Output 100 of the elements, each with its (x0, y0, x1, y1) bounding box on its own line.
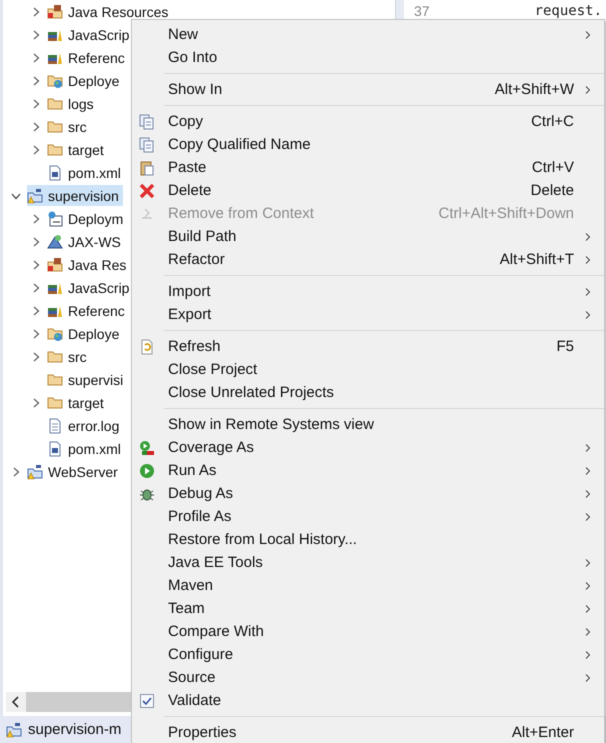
chevron-right-icon[interactable] (31, 214, 41, 224)
menu-item[interactable]: Validate (132, 689, 604, 712)
chevron-right-icon[interactable] (31, 98, 41, 108)
menu-item[interactable]: Restore from Local History... (132, 528, 604, 551)
tree-item[interactable]: Java Resources (47, 1, 172, 22)
menu-item[interactable]: Refresh F5 (132, 335, 604, 358)
selected-project-label: supervision-m (28, 721, 122, 738)
menu-item[interactable]: Import (132, 280, 604, 303)
shortcut-label: Delete (530, 182, 574, 199)
chevron-right-icon[interactable] (31, 76, 41, 86)
menu-item[interactable]: Export (132, 303, 604, 326)
menu-item[interactable]: Coverage As (132, 436, 604, 459)
tree-item[interactable]: Referenc (47, 47, 129, 68)
project-icon (27, 188, 43, 204)
project-icon (6, 722, 22, 738)
tree-item[interactable]: WebServer (27, 461, 122, 482)
delete-icon (139, 182, 155, 198)
folder-globe-icon (47, 72, 63, 88)
menu-item[interactable]: Configure (132, 643, 604, 666)
tree-item[interactable]: JAX-WS (47, 231, 125, 252)
menu-item[interactable]: Copy Qualified Name (132, 133, 604, 156)
menu-item[interactable]: Debug As (132, 482, 604, 505)
chevron-right-icon[interactable] (31, 260, 41, 270)
service-icon (47, 234, 63, 250)
tree-item[interactable]: Java Res (47, 254, 130, 275)
menu-item[interactable]: Close Project (132, 358, 604, 381)
chevron-right-icon[interactable] (31, 30, 41, 40)
tree-item[interactable]: error.log (47, 415, 124, 436)
tree-item[interactable]: Deploye (47, 70, 124, 91)
chevron-right-icon[interactable] (31, 122, 41, 132)
clipboard-icon (139, 160, 155, 176)
shortcut-label: Alt+Shift+T (500, 251, 574, 268)
file-icon (47, 164, 63, 180)
tree-item[interactable]: Deploye (47, 323, 124, 344)
copy-icon (139, 136, 155, 152)
refresh-icon (139, 338, 155, 354)
folder-icon (47, 348, 63, 364)
tree-item[interactable]: pom.xml (47, 162, 125, 183)
folder-icon (47, 118, 63, 134)
shortcut-label: F5 (556, 338, 574, 355)
chevron-right-icon[interactable] (31, 328, 41, 338)
tree-item[interactable]: target (47, 392, 108, 413)
menu-item[interactable]: Show in Remote Systems view (132, 413, 604, 436)
folder-icon (47, 394, 63, 410)
package-folder-icon (47, 256, 63, 272)
menu-item[interactable]: Go Into (132, 46, 604, 69)
chevron-right-icon[interactable] (31, 282, 41, 292)
folder-icon (47, 142, 63, 158)
coverage-icon (139, 440, 155, 456)
menu-item[interactable]: Team (132, 597, 604, 620)
shortcut-label: Ctrl+V (532, 159, 574, 176)
menu-item[interactable]: Source (132, 666, 604, 689)
menu-item[interactable]: New (132, 23, 604, 46)
package-folder-icon (47, 4, 63, 20)
tree-item[interactable]: supervisi (47, 369, 128, 390)
chevron-right-icon[interactable] (11, 466, 21, 476)
menu-item[interactable]: Copy Ctrl+C (132, 110, 604, 133)
tree-item[interactable]: target (47, 139, 108, 160)
chevron-right-icon[interactable] (31, 306, 41, 316)
file-icon (47, 418, 63, 434)
menu-item[interactable]: Compare With (132, 620, 604, 643)
menu-item[interactable]: Run As (132, 459, 604, 482)
shortcut-label: Alt+Shift+W (494, 81, 574, 98)
menu-item[interactable]: Maven (132, 574, 604, 597)
shortcut-label: Ctrl+Alt+Shift+Down (438, 205, 574, 222)
menu-item[interactable]: Build Path (132, 225, 604, 248)
tree-item[interactable]: JavaScrip (47, 24, 134, 45)
code-text: request. (534, 3, 602, 19)
menu-item[interactable]: Profile As (132, 505, 604, 528)
tree-item[interactable]: Deploym (47, 208, 128, 229)
shortcut-label: Ctrl+C (531, 113, 574, 130)
scroll-left-icon[interactable] (6, 692, 26, 712)
menu-item[interactable]: Show In Alt+Shift+W (132, 78, 604, 101)
menu-item[interactable]: Refactor Alt+Shift+T (132, 248, 604, 271)
menu-item[interactable]: Close Unrelated Projects (132, 381, 604, 404)
tree-item[interactable]: pom.xml (47, 438, 125, 459)
menu-item[interactable]: Properties Alt+Enter (132, 721, 604, 743)
checkbox[interactable] (139, 692, 155, 708)
remove-context-icon (139, 206, 155, 222)
menu-item[interactable]: Java EE Tools (132, 551, 604, 574)
folder-globe-icon (47, 326, 63, 342)
tree-item[interactable]: logs (47, 93, 98, 114)
tree-item[interactable]: src (47, 116, 91, 137)
menu-item[interactable]: Paste Ctrl+V (132, 156, 604, 179)
tree-item[interactable]: supervision (27, 185, 123, 206)
line-number: 37 (414, 3, 430, 19)
folder-icon (47, 96, 63, 112)
folder-icon (47, 372, 63, 388)
chevron-right-icon[interactable] (31, 236, 41, 246)
run-icon (139, 462, 155, 478)
menu-item[interactable]: Delete Delete (132, 179, 604, 202)
tree-item[interactable]: src (47, 346, 91, 367)
chevron-right-icon[interactable] (31, 144, 41, 154)
tree-item[interactable]: Referenc (47, 300, 129, 321)
file-icon (47, 440, 63, 456)
chevron-right-icon[interactable] (31, 352, 41, 362)
chevron-right-icon[interactable] (31, 6, 41, 16)
tree-item[interactable]: JavaScrip (47, 277, 134, 298)
chevron-right-icon[interactable] (31, 398, 41, 408)
chevron-right-icon[interactable] (31, 52, 41, 62)
